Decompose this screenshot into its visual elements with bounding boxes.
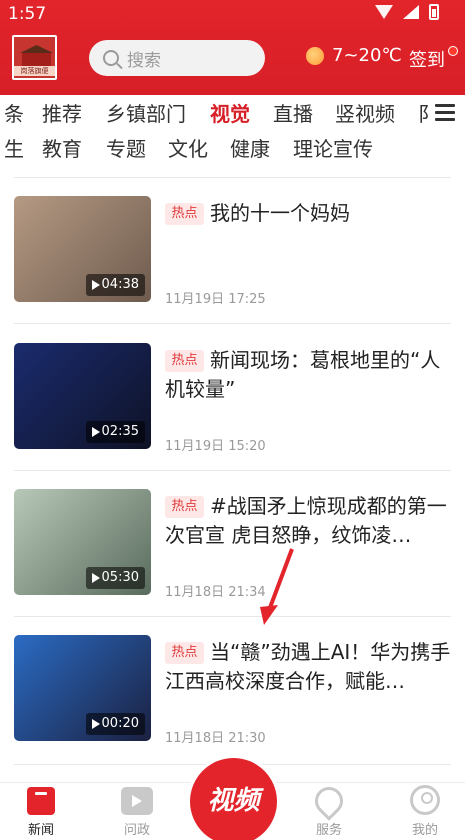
video-thumbnail[interactable]: 04:38: [14, 196, 151, 302]
nav-service[interactable]: 服务: [299, 781, 359, 838]
divider: [14, 177, 451, 178]
checkin-button[interactable]: 签到: [409, 46, 445, 72]
battery-icon: [429, 4, 439, 20]
nav-label: 我的: [411, 823, 438, 838]
news-date: 11月19日 17:25: [165, 292, 266, 307]
search-bar[interactable]: 搜索: [89, 40, 265, 76]
logo-wall-shape: [22, 53, 51, 67]
news-date: 11月18日 21:30: [165, 731, 266, 746]
tab-item[interactable]: 文化: [168, 133, 208, 162]
nav-news[interactable]: 新闻: [11, 787, 71, 838]
nav-label: 服务: [315, 823, 342, 838]
tab-item[interactable]: 生: [4, 133, 24, 162]
tab-item[interactable]: 直播: [273, 98, 313, 127]
nav-ask[interactable]: 问政: [107, 787, 167, 838]
video-thumbnail[interactable]: 05:30: [14, 489, 151, 595]
tab-item[interactable]: 理论宣传: [293, 133, 373, 162]
news-item[interactable]: 04:38 热点 我的十一个妈妈 11月19日 17:25: [14, 196, 451, 307]
weather-widget[interactable]: 7~20℃: [306, 45, 402, 66]
tab-item[interactable]: 推荐: [42, 98, 82, 127]
divider: [14, 323, 451, 324]
video-thumbnail[interactable]: 00:20: [14, 635, 151, 741]
sun-icon: [306, 46, 324, 65]
tab-item[interactable]: 健康: [230, 133, 270, 162]
search-placeholder: 搜索: [127, 50, 161, 71]
news-date: 11月19日 15:20: [165, 439, 266, 454]
nav-label: 问政: [123, 823, 150, 838]
news-item[interactable]: 05:30 热点 #战国矛上惊现成都的第一次官宣 虎目怒睁，纹饰凌… 11月18…: [14, 489, 451, 600]
video-duration: 02:35: [85, 421, 145, 443]
annotation-arrow: [260, 548, 294, 625]
video-duration: 00:20: [85, 713, 145, 735]
tab-item[interactable]: 教育: [42, 133, 82, 162]
logo-roof-shape: [20, 45, 53, 53]
tab-item[interactable]: 条: [4, 98, 24, 127]
app-logo[interactable]: 岗落旗便: [12, 35, 57, 80]
tab-item[interactable]: 竖视频: [335, 98, 395, 127]
video-thumbnail[interactable]: 02:35: [14, 343, 151, 449]
nav-label: 新闻: [27, 823, 54, 838]
ask-icon: [121, 787, 153, 815]
news-title[interactable]: 我的十一个妈妈: [165, 199, 451, 228]
tab-item[interactable]: 乡镇部门: [106, 98, 186, 127]
nav-me[interactable]: 我的: [395, 785, 455, 838]
me-icon: [410, 785, 440, 815]
tab-item[interactable]: 专题: [106, 133, 146, 162]
video-center-button[interactable]: 视频: [190, 758, 277, 840]
category-tabs-row-1: 条 推荐 乡镇部门 视觉 直播 竖视频 阝: [0, 96, 465, 136]
news-title[interactable]: 当“赣”劲遇上AI！华为携手江西高校深度合作，赋能…: [165, 638, 451, 696]
divider: [14, 470, 451, 471]
news-title[interactable]: #战国矛上惊现成都的第一次官宣 虎目怒睁，纹饰凌…: [165, 492, 451, 550]
category-tabs-row-2: 生 教育 专题 文化 健康 理论宣传: [0, 131, 465, 171]
notification-dot: [448, 46, 458, 56]
news-item[interactable]: 00:20 热点 当“赣”劲遇上AI！华为携手江西高校深度合作，赋能… 11月1…: [14, 635, 451, 746]
status-time: 1:57: [8, 4, 47, 24]
logo-text: 岗落旗便: [14, 66, 55, 76]
video-duration: 05:30: [85, 567, 145, 589]
divider: [14, 616, 451, 617]
video-duration: 04:38: [85, 274, 145, 296]
tab-item-active[interactable]: 视觉: [210, 98, 250, 127]
news-item[interactable]: 02:35 热点 新闻现场：葛根地里的“人机较量” 11月19日 15:20: [14, 343, 451, 454]
menu-icon[interactable]: [435, 102, 455, 121]
service-icon: [309, 781, 349, 821]
signal-icon: [403, 5, 419, 19]
news-icon: [27, 787, 55, 815]
wifi-icon: [375, 5, 393, 19]
search-icon: [103, 50, 119, 66]
status-icons: [375, 4, 439, 20]
news-title[interactable]: 新闻现场：葛根地里的“人机较量”: [165, 346, 451, 404]
top-header: 1:57 岗落旗便 搜索 7~20℃ 签到: [0, 0, 465, 95]
news-date: 11月18日 21:34: [165, 585, 266, 600]
weather-temp: 7~20℃: [332, 45, 402, 66]
